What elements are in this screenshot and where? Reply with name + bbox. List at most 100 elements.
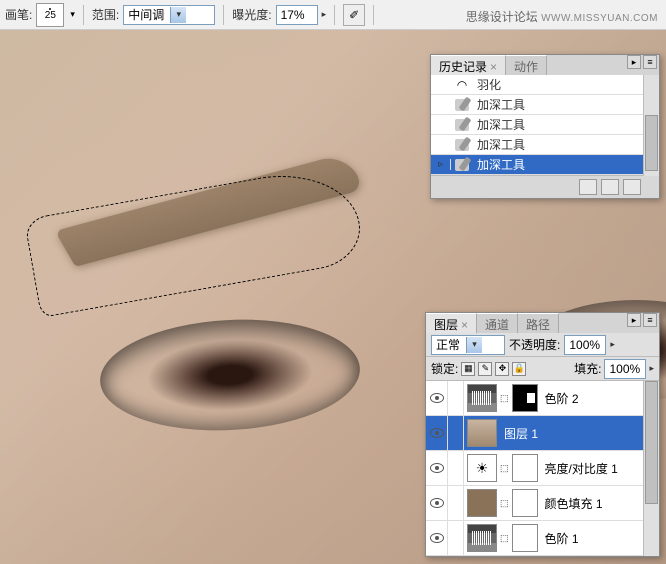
visibility-icon[interactable] — [430, 498, 444, 508]
history-scrollbar[interactable] — [643, 75, 659, 176]
panel-menu-icon[interactable]: ≡ — [643, 55, 657, 69]
exposure-value: 17% — [281, 8, 305, 22]
burn-tool-icon — [451, 159, 473, 171]
close-icon[interactable]: × — [490, 60, 497, 74]
panel-menu-icon[interactable]: ▸ — [627, 55, 641, 69]
layer-name: 颜色填充 1 — [541, 495, 659, 512]
range-select[interactable]: 中间调 ▾ — [123, 5, 215, 25]
layers-list: ⬚ 色阶 2 图层 1 ☀ ⬚ 亮度/对比度 1 ⬚ 颜色填充 1 — [426, 381, 659, 556]
close-icon[interactable]: × — [461, 318, 468, 332]
layer-name: 亮度/对比度 1 — [541, 460, 659, 477]
history-list: ◠ 羽化 加深工具 加深工具 加深工具 ▹ 加深工具 — [431, 75, 659, 175]
history-brush-arrow-icon: ▹ — [431, 159, 451, 170]
lock-position-icon[interactable]: ✥ — [495, 362, 509, 376]
history-item[interactable]: 加深工具 — [431, 115, 659, 135]
divider — [223, 5, 224, 25]
opacity-input[interactable]: 100% — [564, 335, 606, 355]
brush-label: 画笔: — [5, 6, 32, 23]
opacity-label: 不透明度: — [509, 336, 560, 353]
burn-tool-icon — [451, 119, 473, 131]
panel-menu-icon[interactable]: ≡ — [643, 313, 657, 327]
chevron-down-icon: ▾ — [466, 337, 482, 353]
layers-lock-row: 锁定: ▦ ✎ ✥ 🔒 填充: 100% ▸ — [426, 357, 659, 381]
history-item[interactable]: ▹ 加深工具 — [431, 155, 659, 175]
link-col[interactable] — [448, 451, 464, 485]
levels-thumbnail[interactable] — [467, 384, 497, 412]
brush-dropdown-arrow-icon[interactable]: ▾ — [70, 9, 75, 20]
create-document-icon[interactable] — [579, 179, 597, 195]
burn-tool-icon — [451, 139, 473, 151]
link-col[interactable] — [448, 486, 464, 520]
layer-row[interactable]: ⬚ 色阶 2 — [426, 381, 659, 416]
chevron-down-icon: ▾ — [170, 7, 186, 23]
layer-name: 色阶 2 — [541, 390, 659, 407]
levels-thumbnail[interactable] — [467, 524, 497, 552]
divider — [83, 5, 84, 25]
history-panel-tabs: 历史记录× 动作 ▸ ≡ — [431, 55, 659, 75]
watermark-url: WWW.MISSYUAN.COM — [541, 13, 658, 24]
visibility-icon[interactable] — [430, 393, 444, 403]
brush-size-value: 25 — [45, 10, 56, 21]
lock-transparency-icon[interactable]: ▦ — [461, 362, 475, 376]
watermark-text: 思缘设计论坛 — [466, 10, 538, 24]
opacity-arrow-icon[interactable]: ▸ — [610, 339, 615, 350]
tab-channels[interactable]: 通道 — [477, 313, 518, 333]
lock-pixels-icon[interactable]: ✎ — [478, 362, 492, 376]
panel-menu-icon[interactable]: ▸ — [627, 313, 641, 327]
link-icon: ⬚ — [500, 498, 509, 509]
tab-paths[interactable]: 路径 — [518, 313, 559, 333]
colorfill-thumbnail[interactable] — [467, 489, 497, 517]
history-footer — [431, 175, 659, 198]
layer-name: 图层 1 — [500, 425, 659, 442]
layer-row[interactable]: ⬚ 色阶 1 — [426, 521, 659, 556]
mask-thumbnail[interactable] — [512, 384, 538, 412]
layer-row[interactable]: 图层 1 — [426, 416, 659, 451]
tab-history[interactable]: 历史记录× — [431, 55, 506, 75]
layer-name: 色阶 1 — [541, 530, 659, 547]
mask-thumbnail[interactable] — [512, 489, 538, 517]
layers-options-row: 正常 ▾ 不透明度: 100% ▸ — [426, 333, 659, 357]
layers-panel-tabs: 图层× 通道 路径 ▸ ≡ — [426, 313, 659, 333]
history-item[interactable]: 加深工具 — [431, 135, 659, 155]
visibility-icon[interactable] — [430, 428, 444, 438]
fill-input[interactable]: 100% — [604, 359, 646, 379]
watermark: 思缘设计论坛 WWW.MISSYUAN.COM — [466, 8, 658, 25]
layer-thumbnail[interactable] — [467, 419, 497, 447]
history-item[interactable]: ◠ 羽化 — [431, 75, 659, 95]
divider — [373, 5, 374, 25]
mask-thumbnail[interactable] — [512, 454, 538, 482]
fill-arrow-icon[interactable]: ▸ — [649, 363, 654, 374]
exposure-arrow-icon[interactable]: ▸ — [322, 9, 327, 20]
trash-icon[interactable] — [623, 179, 641, 195]
fill-label: 填充: — [574, 360, 601, 377]
link-col[interactable] — [448, 416, 464, 450]
feather-icon: ◠ — [451, 78, 473, 92]
layer-row[interactable]: ☀ ⬚ 亮度/对比度 1 — [426, 451, 659, 486]
tab-actions[interactable]: 动作 — [506, 55, 547, 75]
visibility-icon[interactable] — [430, 463, 444, 473]
history-item[interactable]: 加深工具 — [431, 95, 659, 115]
range-label: 范围: — [92, 6, 119, 23]
exposure-label: 曝光度: — [232, 6, 271, 23]
blend-mode-select[interactable]: 正常 ▾ — [431, 335, 505, 355]
link-col[interactable] — [448, 381, 464, 415]
brush-preview[interactable]: 25 — [36, 3, 64, 27]
lock-all-icon[interactable]: 🔒 — [512, 362, 526, 376]
link-col[interactable] — [448, 521, 464, 555]
burn-tool-icon — [451, 99, 473, 111]
range-value: 中间调 — [128, 6, 164, 23]
link-icon: ⬚ — [500, 463, 509, 474]
visibility-icon[interactable] — [430, 533, 444, 543]
mask-thumbnail[interactable] — [512, 524, 538, 552]
new-snapshot-icon[interactable] — [601, 179, 619, 195]
layer-row[interactable]: ⬚ 颜色填充 1 — [426, 486, 659, 521]
airbrush-icon[interactable]: ✐ — [343, 4, 365, 26]
tab-layers[interactable]: 图层× — [426, 313, 477, 333]
brightness-thumbnail[interactable]: ☀ — [467, 454, 497, 482]
link-icon: ⬚ — [500, 393, 509, 404]
layers-panel: 图层× 通道 路径 ▸ ≡ 正常 ▾ 不透明度: 100% ▸ 锁定: ▦ ✎ … — [425, 312, 660, 557]
exposure-input[interactable]: 17% — [276, 5, 318, 25]
link-icon: ⬚ — [500, 533, 509, 544]
layers-scrollbar[interactable] — [643, 381, 659, 556]
divider — [334, 5, 335, 25]
